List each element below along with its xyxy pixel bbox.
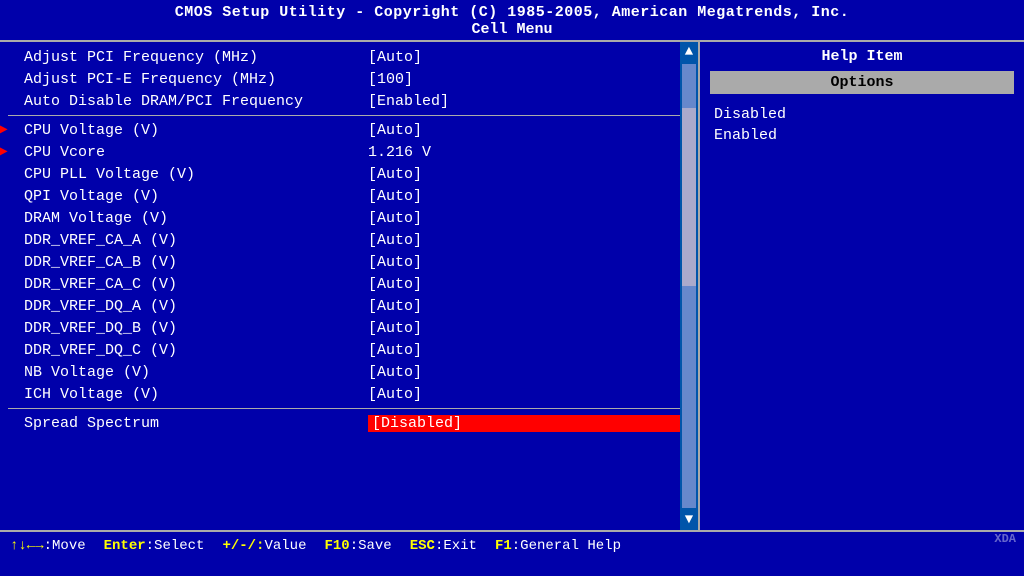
footer-key: F10 [324,538,349,554]
menu-row[interactable]: Auto Disable DRAM/PCI Frequency[Enabled] [0,90,698,112]
menu-item-value: [Auto] [368,364,690,381]
menu-row[interactable]: CPU PLL Voltage (V)[Auto] [0,163,698,185]
menu-row[interactable]: Adjust PCI Frequency (MHz)[Auto] [0,46,698,68]
menu-item-value: [Auto] [368,276,690,293]
scrollbar[interactable]: ▲ ▼ [680,42,698,530]
menu-row[interactable]: DRAM Voltage (V)[Auto] [0,207,698,229]
option-item[interactable]: Enabled [710,125,1014,146]
footer-key: +/-/: [222,538,264,554]
menu-item-label: CPU PLL Voltage (V) [8,166,368,183]
right-panel: Help Item Options DisabledEnabled [700,42,1024,530]
menu-item-label: DDR_VREF_DQ_A (V) [8,298,368,315]
footer-item: Enter:Select [104,538,205,554]
options-list: DisabledEnabled [710,104,1014,146]
menu-separator [8,115,690,116]
menu-item-label: Adjust PCI Frequency (MHz) [8,49,368,66]
menu-row[interactable]: Spread Spectrum[Disabled] [0,412,698,434]
menu-item-label: DDR_VREF_CA_C (V) [8,276,368,293]
menu-item-value: [Auto] [368,122,690,139]
menu-item-value: [Disabled] [368,415,690,432]
menu-list: Adjust PCI Frequency (MHz)[Auto]Adjust P… [0,42,698,438]
menu-item-label: Adjust PCI-E Frequency (MHz) [8,71,368,88]
footer-desc: :Select [146,538,205,554]
menu-item-label: Auto Disable DRAM/PCI Frequency [8,93,368,110]
menu-row[interactable]: DDR_VREF_DQ_B (V)[Auto] [0,317,698,339]
menu-item-value: [Enabled] [368,93,690,110]
footer-key: F1 [495,538,512,554]
menu-separator [8,408,690,409]
footer-item: ↑↓←→:Move [10,538,86,554]
menu-row[interactable]: DDR_VREF_DQ_C (V)[Auto] [0,339,698,361]
menu-row[interactable]: ►CPU Vcore1.216 V [0,141,698,163]
menu-item-label: ICH Voltage (V) [8,386,368,403]
footer-desc: :General Help [512,538,621,554]
menu-item-value: [Auto] [368,166,690,183]
footer-item: F1:General Help [495,538,621,554]
selection-arrow-icon: ► [0,143,8,161]
header-title: CMOS Setup Utility - Copyright (C) 1985-… [0,4,1024,21]
menu-item-value: [Auto] [368,210,690,227]
selection-arrow-icon: ► [0,121,8,139]
menu-item-label: DDR_VREF_CA_B (V) [8,254,368,271]
menu-item-label: DRAM Voltage (V) [8,210,368,227]
menu-item-value: [100] [368,71,690,88]
menu-item-label: DDR_VREF_DQ_B (V) [8,320,368,337]
menu-row[interactable]: DDR_VREF_CA_A (V)[Auto] [0,229,698,251]
menu-row[interactable]: Adjust PCI-E Frequency (MHz)[100] [0,68,698,90]
menu-row[interactable]: QPI Voltage (V)[Auto] [0,185,698,207]
footer-desc: :Save [350,538,392,554]
option-item[interactable]: Disabled [710,104,1014,125]
header-subtitle: Cell Menu [0,21,1024,38]
menu-item-label: Spread Spectrum [8,415,368,432]
help-title: Help Item [710,48,1014,65]
watermark: XDA [994,532,1016,546]
menu-item-value: [Auto] [368,254,690,271]
menu-row[interactable]: DDR_VREF_CA_C (V)[Auto] [0,273,698,295]
footer: ↑↓←→:Move Enter:Select +/-/:Value F10:Save E… [0,530,1024,560]
left-panel: Adjust PCI Frequency (MHz)[Auto]Adjust P… [0,42,700,530]
footer-item: ESC:Exit [410,538,477,554]
menu-item-value: [Auto] [368,386,690,403]
menu-row[interactable]: NB Voltage (V)[Auto] [0,361,698,383]
menu-item-label: CPU Vcore [8,144,368,161]
footer-key: ↑↓←→ [10,538,44,554]
menu-row[interactable]: DDR_VREF_DQ_A (V)[Auto] [0,295,698,317]
footer-desc: Value [264,538,306,554]
menu-item-value: [Auto] [368,232,690,249]
footer-key: ESC [410,538,435,554]
menu-item-label: DDR_VREF_DQ_C (V) [8,342,368,359]
menu-item-label: QPI Voltage (V) [8,188,368,205]
footer-item: F10:Save [324,538,391,554]
footer-desc: :Move [44,538,86,554]
menu-row[interactable]: DDR_VREF_CA_B (V)[Auto] [0,251,698,273]
menu-item-value: [Auto] [368,188,690,205]
menu-item-value: 1.216 V [368,144,690,161]
scrollbar-up[interactable]: ▲ [685,42,693,62]
menu-item-label: DDR_VREF_CA_A (V) [8,232,368,249]
main-area: Adjust PCI Frequency (MHz)[Auto]Adjust P… [0,40,1024,530]
footer-key: Enter [104,538,146,554]
menu-item-value: [Auto] [368,49,690,66]
menu-item-value: [Auto] [368,298,690,315]
footer-desc: :Exit [435,538,477,554]
menu-row[interactable]: ►CPU Voltage (V)[Auto] [0,119,698,141]
options-box-label: Options [710,71,1014,94]
scrollbar-thumb [682,108,696,286]
menu-item-value: [Auto] [368,320,690,337]
footer-item: +/-/:Value [222,538,306,554]
header: CMOS Setup Utility - Copyright (C) 1985-… [0,0,1024,40]
menu-item-label: CPU Voltage (V) [8,122,368,139]
menu-item-value: [Auto] [368,342,690,359]
menu-row[interactable]: ICH Voltage (V)[Auto] [0,383,698,405]
menu-item-label: NB Voltage (V) [8,364,368,381]
scrollbar-track [682,64,696,508]
scrollbar-down[interactable]: ▼ [685,510,693,530]
